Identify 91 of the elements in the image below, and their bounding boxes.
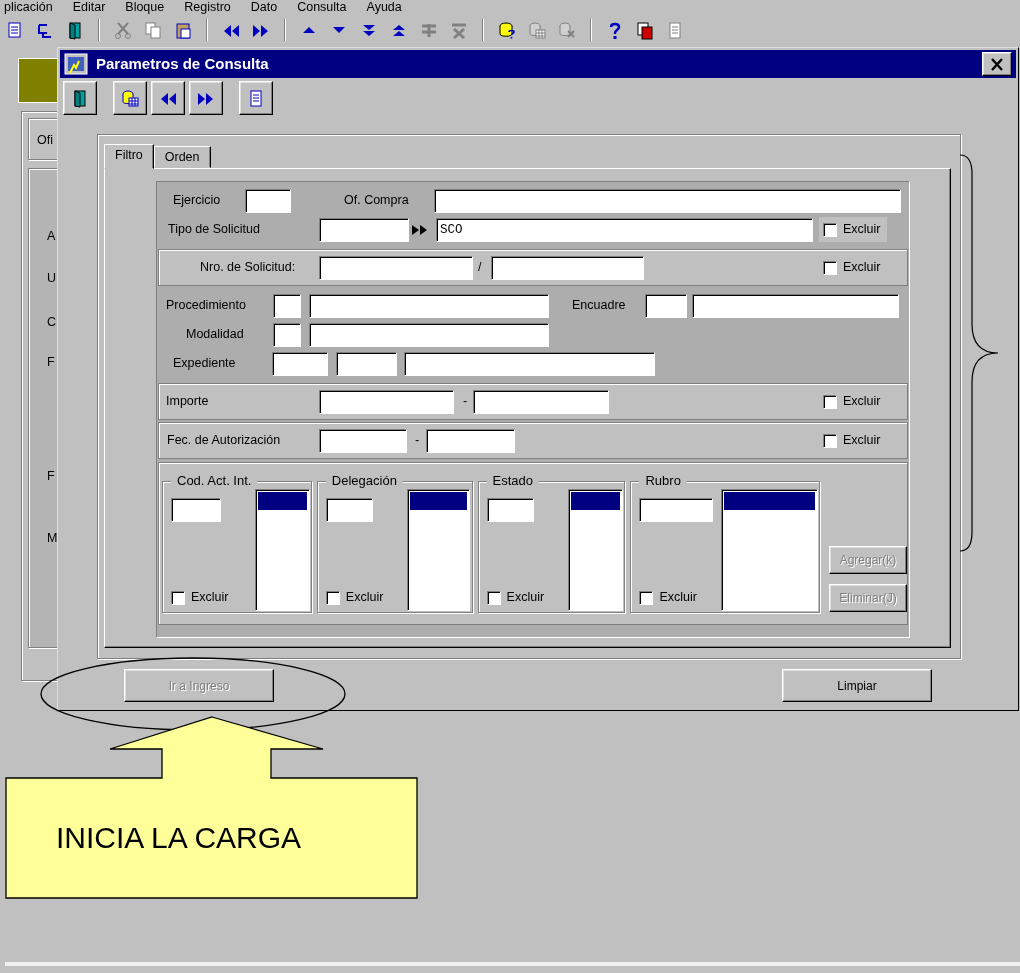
input-field[interactable] bbox=[319, 428, 407, 453]
menu-item[interactable]: plicación bbox=[4, 0, 53, 16]
field-label: Modalidad bbox=[186, 326, 244, 344]
input-field[interactable] bbox=[325, 498, 373, 522]
toolbar-button[interactable] bbox=[189, 81, 223, 115]
scissors-icon bbox=[114, 20, 132, 40]
input-field[interactable] bbox=[426, 428, 515, 453]
document-stack-icon bbox=[636, 20, 654, 40]
close-button[interactable] bbox=[982, 52, 1012, 76]
action-button[interactable]: Limpiar bbox=[782, 669, 932, 702]
input-field[interactable] bbox=[319, 217, 409, 242]
field-label: Procedimiento bbox=[166, 297, 246, 315]
database-x-icon bbox=[558, 20, 576, 40]
field-label: Nro. de Solicitud: bbox=[200, 259, 296, 277]
input-field[interactable] bbox=[486, 498, 534, 522]
exclude-checkbox[interactable]: Excluir bbox=[486, 588, 545, 611]
exclude-checkbox[interactable]: Excluir bbox=[325, 588, 384, 611]
window-title: Parametros de Consulta bbox=[96, 53, 269, 74]
field-label: F bbox=[47, 469, 56, 483]
separator-text: / bbox=[478, 259, 482, 277]
field-label: F bbox=[47, 355, 56, 369]
double-arrow-icon[interactable] bbox=[411, 223, 429, 236]
door-icon bbox=[71, 88, 89, 108]
document-icon bbox=[247, 88, 265, 108]
database-grid-icon bbox=[121, 88, 139, 108]
tab-label[interactable]: Ofi bbox=[37, 133, 53, 147]
field-label: Tipo de Solicitud bbox=[168, 221, 260, 239]
input-field[interactable] bbox=[171, 498, 221, 522]
field-label: Expediente bbox=[173, 355, 236, 373]
list-box[interactable] bbox=[407, 489, 471, 611]
exclude-checkbox[interactable]: Excluir bbox=[819, 217, 887, 242]
exclude-checkbox[interactable]: Excluir bbox=[639, 588, 714, 611]
input-field[interactable] bbox=[692, 293, 899, 318]
copy-icon bbox=[144, 20, 162, 40]
list-icon bbox=[6, 20, 24, 40]
list-box[interactable] bbox=[568, 489, 624, 611]
input-field[interactable] bbox=[319, 255, 473, 280]
separator-text: - bbox=[463, 393, 468, 411]
tab[interactable]: Orden bbox=[153, 146, 211, 168]
toolbar-button[interactable] bbox=[113, 81, 147, 115]
list-box[interactable] bbox=[721, 489, 819, 611]
callout-text: INICIA LA CARGA bbox=[56, 820, 302, 856]
menu-item[interactable]: Bloque bbox=[125, 0, 165, 16]
door-icon bbox=[66, 20, 84, 40]
field-label: M bbox=[47, 531, 59, 545]
field-label: Importe bbox=[166, 393, 209, 411]
input-field[interactable] bbox=[273, 322, 301, 347]
menu-item[interactable]: Ayuda bbox=[366, 0, 402, 16]
input-field[interactable] bbox=[319, 389, 454, 414]
input-field[interactable] bbox=[434, 188, 901, 213]
input-field[interactable] bbox=[272, 351, 328, 376]
database-grid-icon bbox=[528, 20, 546, 40]
field-label: U bbox=[47, 271, 58, 285]
input-field[interactable] bbox=[639, 498, 714, 522]
input-field[interactable] bbox=[245, 188, 291, 213]
input-field[interactable] bbox=[273, 293, 301, 318]
input-field[interactable] bbox=[309, 322, 549, 347]
exclude-checkbox[interactable]: Excluir bbox=[171, 588, 229, 611]
input-field[interactable] bbox=[336, 351, 397, 376]
menu-item[interactable]: Consulta bbox=[297, 0, 347, 16]
exclude-checkbox[interactable]: Excluir bbox=[819, 255, 887, 280]
group-title: Delegación bbox=[325, 473, 403, 489]
tab[interactable]: Filtro bbox=[104, 144, 154, 169]
menu-item[interactable]: Registro bbox=[184, 0, 231, 16]
close-icon bbox=[990, 57, 1004, 71]
menu-item[interactable]: Dato bbox=[250, 0, 278, 16]
exclude-checkbox[interactable]: Excluir bbox=[819, 428, 887, 453]
app-icon bbox=[64, 53, 88, 75]
field-label: Ejercicio bbox=[173, 192, 221, 210]
toolbar-button[interactable] bbox=[63, 81, 97, 115]
document-icon bbox=[666, 20, 684, 40]
input-field[interactable] bbox=[309, 293, 549, 318]
toolbar-button[interactable] bbox=[239, 81, 273, 115]
exclude-checkbox[interactable]: Excluir bbox=[819, 389, 887, 414]
toolbar-button[interactable] bbox=[151, 81, 185, 115]
separator-text: - bbox=[415, 432, 420, 450]
list-box[interactable] bbox=[254, 489, 310, 611]
field-label: Of. Compra bbox=[344, 192, 409, 210]
input-field[interactable] bbox=[645, 293, 687, 318]
input-field[interactable] bbox=[491, 255, 644, 280]
menu-item[interactable]: Editar bbox=[72, 0, 106, 16]
clipboard-icon bbox=[174, 20, 192, 40]
field-label: C bbox=[47, 315, 58, 329]
color-swatch bbox=[18, 58, 58, 103]
field-label: Fec. de Autorización bbox=[167, 432, 281, 450]
field-label: Encuadre bbox=[572, 297, 626, 315]
database-question-icon bbox=[498, 20, 516, 40]
input-field[interactable]: SCO bbox=[436, 217, 813, 242]
field-label: A bbox=[47, 229, 57, 243]
input-field[interactable] bbox=[404, 351, 655, 376]
input-field[interactable] bbox=[473, 389, 609, 414]
